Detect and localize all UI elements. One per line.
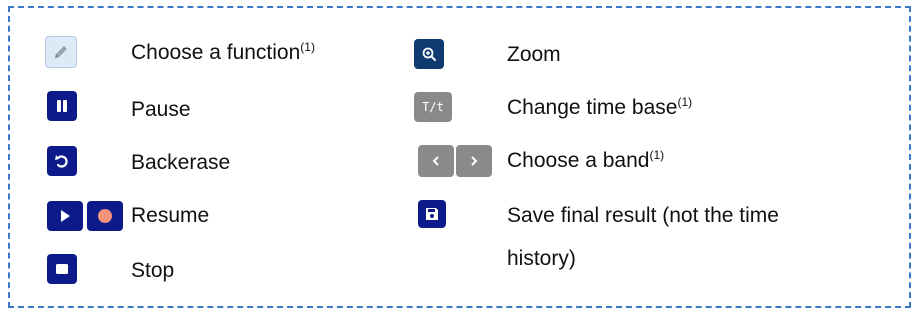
time-base-icon[interactable]: T/t [414,92,452,122]
stop-icon-cell [47,254,77,284]
zoom-in-icon[interactable] [414,39,444,69]
choose-function-icon-cell [45,36,77,68]
band-label: Choose a band(1) [507,148,665,172]
band-icon-cell [418,145,492,177]
time-base-label: Change time base(1) [507,95,693,119]
backerase-label: Backerase [131,151,231,174]
record-icon[interactable] [87,201,123,231]
save-label: Save final result (not the time [507,204,779,227]
backerase-icon-cell [47,146,77,176]
time-base-icon-cell: T/t [414,92,452,122]
zoom-icon-cell [414,39,444,69]
play-icon[interactable] [47,201,83,231]
chevron-left-icon[interactable] [418,145,454,177]
stop-icon[interactable] [47,254,77,284]
pause-icon[interactable] [47,91,77,121]
resume-label: Resume [131,204,210,227]
undo-icon[interactable] [47,146,77,176]
chevron-right-icon[interactable] [456,145,492,177]
choose-function-label: Choose a function(1) [131,40,315,64]
pencil-icon[interactable] [45,36,77,68]
save-label-continued: history) [507,247,576,270]
save-icon-cell [418,200,446,228]
pause-label: Pause [131,98,191,121]
save-icon[interactable] [418,200,446,228]
pause-icon-cell [47,91,77,121]
resume-icon-cell [47,201,123,231]
zoom-label: Zoom [507,43,561,66]
stop-label: Stop [131,259,175,282]
